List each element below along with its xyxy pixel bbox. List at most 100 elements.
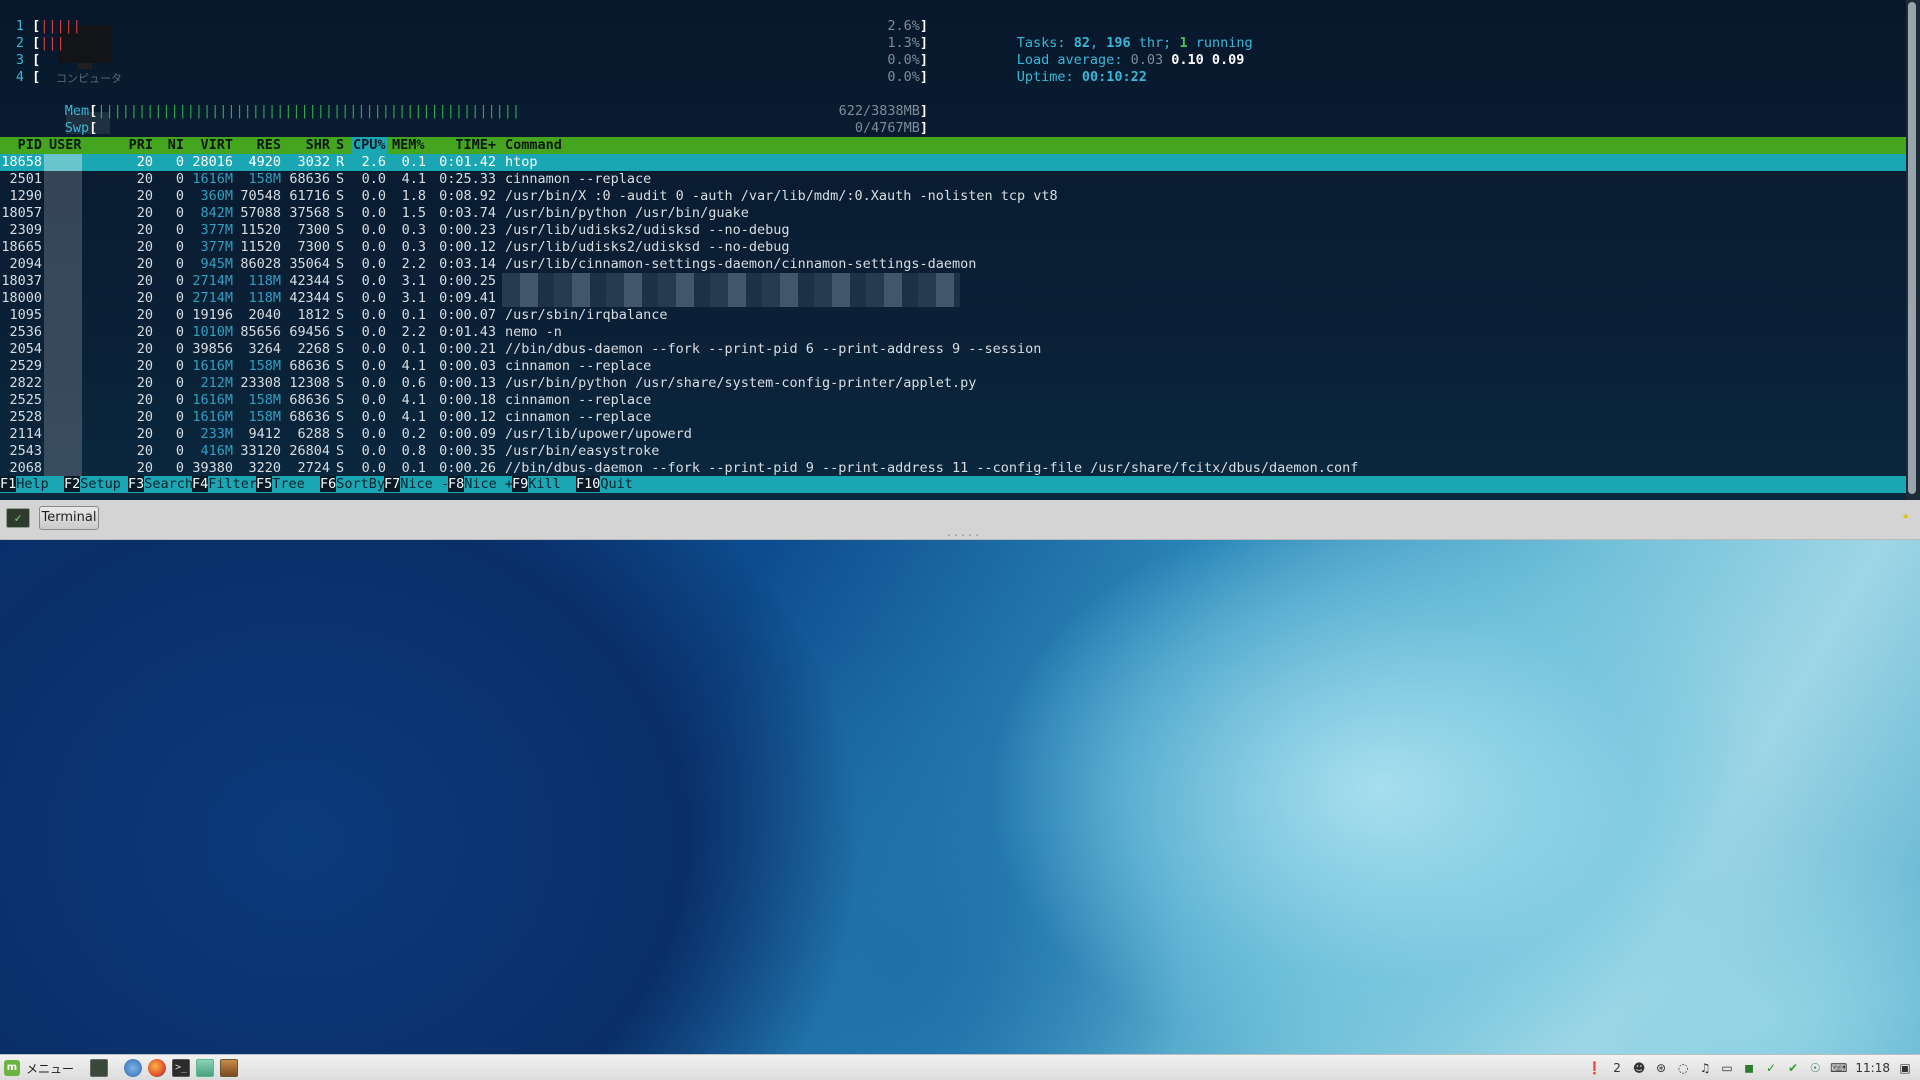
firefox-icon[interactable] xyxy=(148,1059,166,1077)
chromium-browser-icon[interactable] xyxy=(124,1059,142,1077)
res-cell: 158M xyxy=(248,409,281,425)
state-cell: S xyxy=(336,324,345,340)
terminal-tab[interactable]: Terminal xyxy=(39,506,99,530)
fkey-quit-button[interactable]: F10Quit xyxy=(576,476,633,493)
notification-count[interactable]: 2 xyxy=(1610,1060,1624,1076)
cpu-meter-2: 2 [||| xyxy=(0,35,65,52)
user-icon[interactable]: ☻ xyxy=(1632,1060,1646,1076)
col-pid[interactable]: PID xyxy=(0,137,42,154)
shr-cell: 6288 xyxy=(297,426,330,442)
mem-cell: 0.3 xyxy=(401,222,426,238)
process-row[interactable]: 1290 20 0 360M 70548 61716 S 0.0 1.8 0:08.92/usr/… xyxy=(0,188,1906,205)
bluetooth-icon[interactable]: ⊛ xyxy=(1654,1060,1668,1076)
col-state[interactable]: S xyxy=(336,137,344,154)
process-row[interactable]: 2528 20 0 1616M 158M 68636 S 0.0 4.1 0:00.12 cinna… xyxy=(0,409,1906,426)
fkey-help-button[interactable]: F1Help xyxy=(0,476,49,493)
process-row[interactable]: 2068 20 0 39380 3220 2724 S 0.0 0.1 0:00.26 //bin/… xyxy=(0,460,1906,477)
workspace-switcher-icon[interactable]: ▣ xyxy=(1898,1060,1912,1076)
ni-cell: 0 xyxy=(175,273,184,289)
process-row[interactable]: 2536 20 0 1010M 85656 69456 S 0.0 2.2 0:01.43 nemo… xyxy=(0,324,1906,341)
process-row[interactable]: 18057 20 0 842M 57088 37568 S 0.0 1.5 0:03.74/usr… xyxy=(0,205,1906,222)
process-row[interactable]: 2525 20 0 1616M 158M 68636 S 0.0 4.1 0:00.18 cinna… xyxy=(0,392,1906,409)
process-row[interactable]: 18658 20 0 28016 4920 3032 R 2.6 0.1 0:01.42 htop xyxy=(0,154,1906,171)
battery-icon[interactable]: ▭ xyxy=(1720,1060,1734,1076)
cpu-bar: ||| xyxy=(40,35,65,51)
col-time[interactable]: TIME+ xyxy=(440,137,496,154)
process-row[interactable]: 2094 20 0 945M 86028 35064 S 0.0 2.2 0:03.14/usr/… xyxy=(0,256,1906,273)
fkey-filter-button[interactable]: F4Filter xyxy=(192,476,257,493)
archive-manager-icon[interactable] xyxy=(220,1059,238,1077)
time-cell: 0:00.23 xyxy=(439,222,496,238)
user-cell-redacted xyxy=(44,307,82,324)
mint-menu-icon: m xyxy=(4,1060,20,1076)
fkey-tree-button[interactable]: F5Tree xyxy=(256,476,305,493)
process-row[interactable]: 18037 20 0 2714M 118M 42344 S 0.0 3.1 0:00.25 xyxy=(0,273,1906,290)
cpu-cell: 0.0 xyxy=(361,409,386,425)
process-row[interactable]: 2822 20 0 212M 23308 12308 S 0.0 0.6 0:00.13/usr/… xyxy=(0,375,1906,392)
fkey-nice-button[interactable]: F8Nice + xyxy=(448,476,513,493)
virt-cell: 416M xyxy=(200,443,233,459)
pid-cell: 2309 xyxy=(9,222,42,238)
fkey-label: SortBy xyxy=(336,476,386,492)
virt-cell: 28016 xyxy=(192,154,233,170)
cpu-cell: 0.0 xyxy=(361,460,386,476)
pid-cell: 2536 xyxy=(9,324,42,340)
terminal-scrollbar-thumb[interactable] xyxy=(1908,2,1916,494)
col-shr[interactable]: SHR xyxy=(282,137,330,154)
htop-view[interactable]: コンピュータ 1 [||||| 2.6%] 2 [||| 1.3%] 3 [0.0%] 4… xyxy=(0,0,1906,500)
files-folder-icon[interactable] xyxy=(196,1059,214,1077)
fkey-sortby-button[interactable]: F6SortBy xyxy=(320,476,385,493)
process-row[interactable]: 2543 20 0 416M 33120 26804 S 0.0 0.8 0:00.35/usr/… xyxy=(0,443,1906,460)
check-icon[interactable]: ✔ xyxy=(1786,1060,1800,1076)
function-key-bar[interactable]: F1Help F2Setup F3Search F4Filter F5Tree F6Sor… xyxy=(0,476,1906,493)
process-table-header[interactable]: PID USER PRI NI VIRT RES SHR S CPU% MEM%… xyxy=(0,137,1906,154)
res-cell: 11520 xyxy=(240,222,281,238)
uptime-info: Uptime: 00:10:22 xyxy=(968,52,1147,85)
col-user[interactable]: USER xyxy=(49,137,82,154)
process-row[interactable]: 2114 20 0 233M 9412 6288 S 0.0 0.2 0:00.09/usr/li… xyxy=(0,426,1906,443)
time-cell: 0:00.12 xyxy=(439,409,496,425)
process-row[interactable]: 1095 20 0 19196 2040 1812 S 0.0 0.1 0:00.07/usr/s… xyxy=(0,307,1906,324)
fkey-nice-button[interactable]: F7Nice - xyxy=(384,476,449,493)
clock[interactable]: 11:18 xyxy=(1855,1060,1890,1076)
col-mem[interactable]: MEM% xyxy=(392,137,425,154)
fkey-kill-button[interactable]: F9Kill xyxy=(512,476,561,493)
cpu-cell: 0.0 xyxy=(361,222,386,238)
shield-icon[interactable]: ◼ xyxy=(1742,1060,1756,1076)
volume-icon[interactable]: ♫ xyxy=(1698,1060,1712,1076)
process-row[interactable]: 2309 20 0 377M 11520 7300 S 0.0 0.3 0:00.23/usr/l… xyxy=(0,222,1906,239)
fkey-setup-button[interactable]: F2Setup xyxy=(64,476,121,493)
terminal-app-icon[interactable]: ✓ xyxy=(6,508,30,528)
virt-cell: 1616M xyxy=(192,358,233,374)
col-ni[interactable]: NI xyxy=(160,137,184,154)
update-manager-icon[interactable]: ✓ xyxy=(1764,1060,1778,1076)
command-cell: /usr/sbin/irqbalance xyxy=(505,307,668,323)
cpu-cell: 0.0 xyxy=(361,171,386,187)
col-cpu[interactable]: CPU% xyxy=(352,137,387,154)
network-icon[interactable]: ☉ xyxy=(1808,1060,1822,1076)
fkey-search-button[interactable]: F3Search xyxy=(128,476,193,493)
col-virt[interactable]: VIRT xyxy=(185,137,233,154)
resize-handle-icon[interactable]: ..... xyxy=(946,528,981,539)
col-command[interactable]: Command xyxy=(505,137,562,154)
process-row[interactable]: 2054 20 0 39856 3264 2268 S 0.0 0.1 0:00.21 //bin/… xyxy=(0,341,1906,358)
shr-cell: 68636 xyxy=(289,392,330,408)
terminal-window[interactable]: コンピュータ 1 [||||| 2.6%] 2 [||| 1.3%] 3 [0.0%] 4… xyxy=(0,0,1920,540)
process-row[interactable]: 18665 20 0 377M 11520 7300 S 0.0 0.3 0:00.12/usr/… xyxy=(0,239,1906,256)
wifi-icon[interactable]: ◌ xyxy=(1676,1060,1690,1076)
pri-cell: 20 xyxy=(136,460,153,476)
terminal-launcher-icon[interactable]: >_ xyxy=(172,1059,190,1077)
col-pri[interactable]: PRI xyxy=(120,137,153,154)
show-desktop-icon[interactable] xyxy=(90,1059,108,1077)
col-res[interactable]: RES xyxy=(236,137,281,154)
menu-button[interactable]: m メニュー xyxy=(4,1058,74,1078)
keyboard-icon[interactable]: ⌨ xyxy=(1830,1060,1847,1076)
time-cell: 0:25.33 xyxy=(439,171,496,187)
info-icon[interactable]: ❗ xyxy=(1587,1060,1602,1076)
cpu-cell: 0.0 xyxy=(361,324,386,340)
process-row[interactable]: 18000 20 0 2714M 118M 42344 S 0.0 3.1 0:09.41 xyxy=(0,290,1906,307)
process-row[interactable]: 2529 20 0 1616M 158M 68636 S 0.0 4.1 0:00.03 cinna… xyxy=(0,358,1906,375)
mem-cell: 2.2 xyxy=(401,256,426,272)
process-row[interactable]: 2501 20 0 1616M 158M 68636 S 0.0 4.1 0:25.33 cinna… xyxy=(0,171,1906,188)
command-redacted xyxy=(502,273,960,290)
